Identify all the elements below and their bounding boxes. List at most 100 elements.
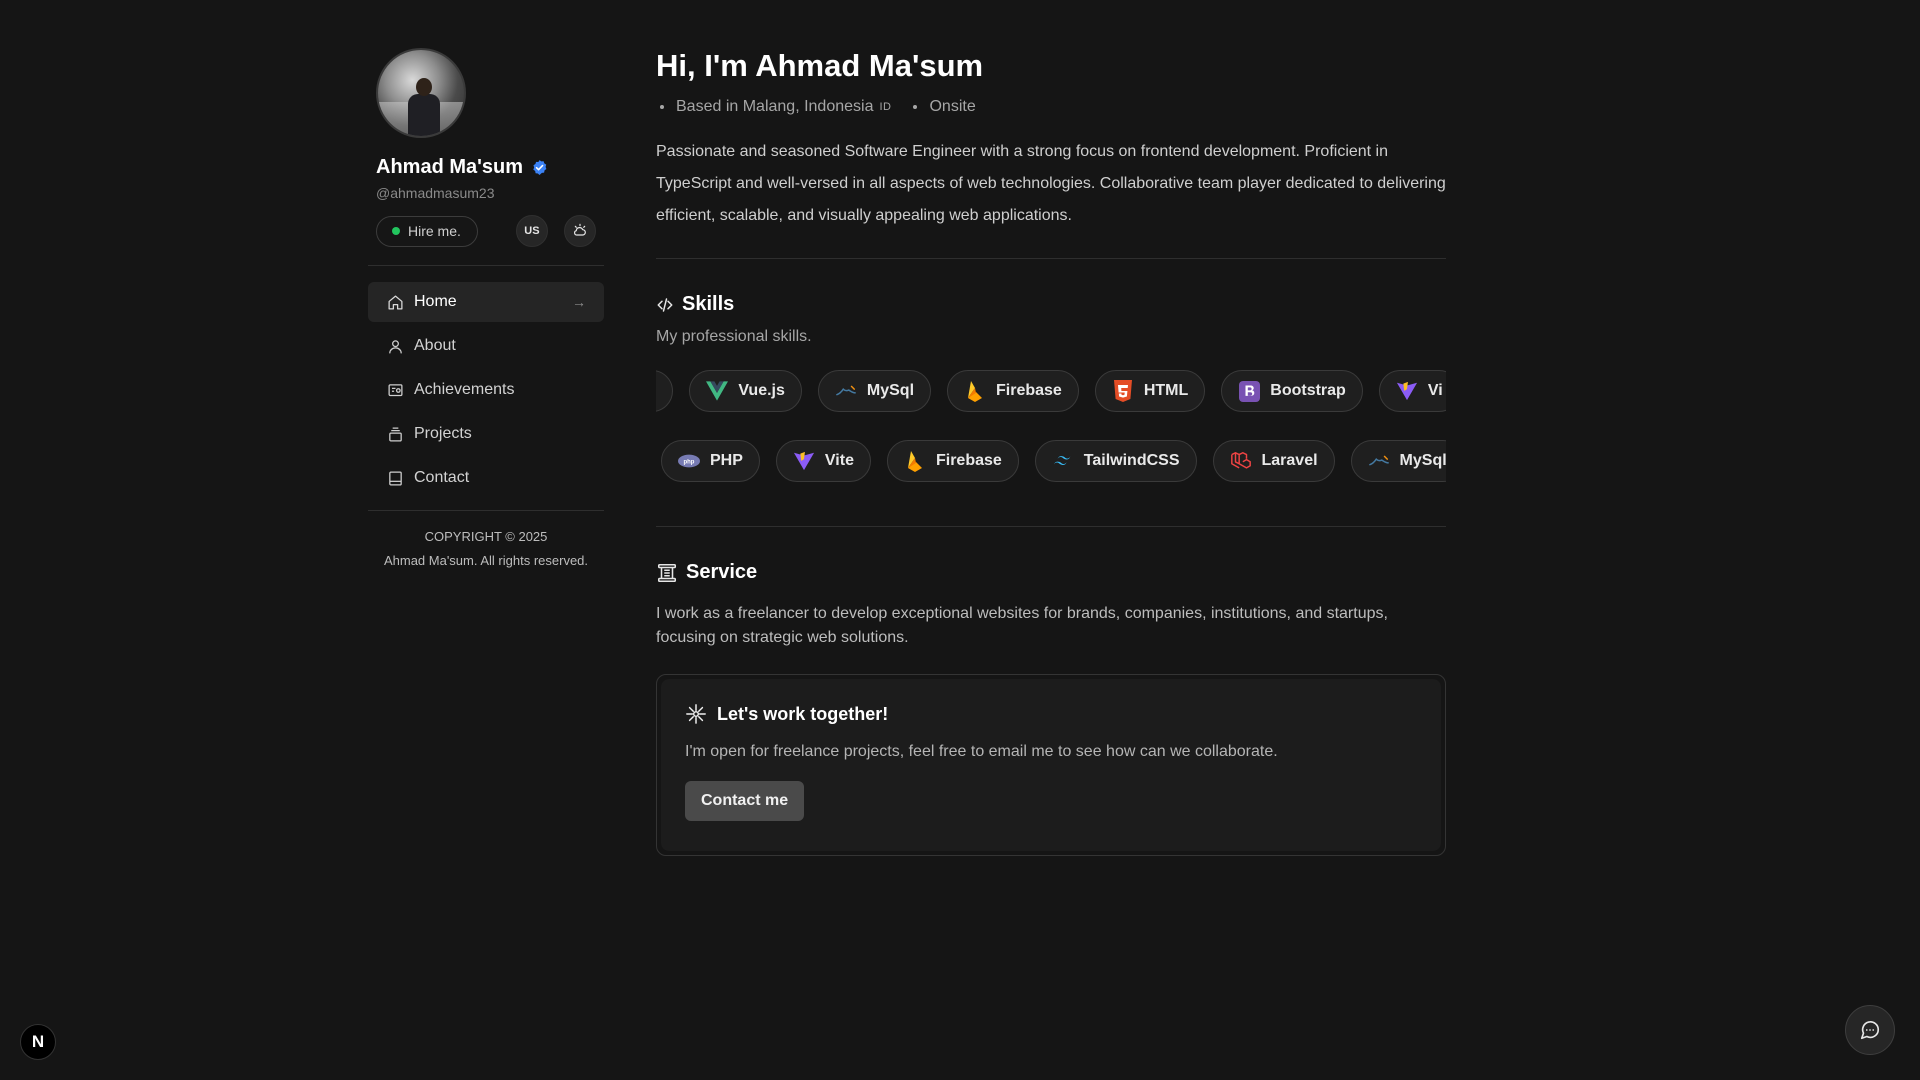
vite-icon <box>1396 380 1418 402</box>
sidebar-divider <box>368 510 604 511</box>
php-icon: php <box>678 450 700 472</box>
skill-label: Vite <box>824 452 854 469</box>
contact-icon <box>386 469 404 487</box>
skill-chip: TailwindCSS <box>1034 440 1197 482</box>
sidebar-item-label: Home <box>414 293 457 310</box>
sidebar-item-about[interactable]: About <box>368 326 604 366</box>
svg-text:php: php <box>684 459 695 465</box>
copyright: COPYRIGHT © 2025 Ahmad Ma'sum. All right… <box>368 525 604 573</box>
skill-chip: Firebase <box>886 440 1019 482</box>
service-title: Service <box>686 561 758 583</box>
framework-badge[interactable]: N <box>20 1024 56 1060</box>
contact-me-button[interactable]: Contact me <box>685 781 805 821</box>
bio-text: Passionate and seasoned Software Enginee… <box>656 143 1446 224</box>
weather-theme-icon <box>573 223 586 236</box>
skill-chip: php PHP <box>661 440 760 482</box>
mysql-icon <box>835 380 857 402</box>
avatar <box>376 48 466 138</box>
firebase-icon <box>964 380 986 402</box>
laravel-icon <box>1230 450 1252 472</box>
skills-marquee: js Vue.js MySql <box>656 370 1446 482</box>
skill-label: Firebase <box>996 382 1062 399</box>
skill-label: HTML <box>1143 382 1189 399</box>
sidebar: Ahmad Ma'sum @ahmadmasum23 Hire me. US H… <box>368 48 604 856</box>
arrow-right-icon: → <box>572 294 586 310</box>
sidebar-item-label: Projects <box>414 425 472 442</box>
section-divider <box>656 526 1446 527</box>
sparkle-icon <box>686 704 706 724</box>
skill-chip: Laravel <box>1212 440 1335 482</box>
skill-label: Firebase <box>935 452 1002 469</box>
location-flag: ID <box>879 101 892 113</box>
skill-chip: Vi <box>1378 370 1446 412</box>
achievements-icon <box>386 381 404 399</box>
skill-chip: MySql <box>817 370 932 412</box>
status-dot-icon <box>392 227 400 235</box>
service-icon <box>657 563 677 582</box>
vue-icon <box>706 380 729 402</box>
skill-label: PHP <box>710 452 743 469</box>
tailwind-icon <box>1052 450 1074 472</box>
user-icon <box>386 337 404 355</box>
skills-subtitle: My professional skills. <box>656 328 812 345</box>
main-content: Hi, I'm Ahmad Ma'sum Based in Malang, In… <box>656 48 1446 856</box>
sidebar-nav: Home → About Achievements Projects Conta… <box>368 282 604 498</box>
sidebar-item-achievements[interactable]: Achievements <box>368 370 604 410</box>
mysql-icon <box>1368 450 1390 472</box>
page-title: Hi, I'm Ahmad Ma'sum <box>656 48 984 83</box>
sidebar-item-home[interactable]: Home → <box>368 282 604 322</box>
bootstrap-icon <box>1238 380 1260 402</box>
skill-chip: js <box>656 370 674 412</box>
verified-badge-icon <box>533 160 547 175</box>
sidebar-item-projects[interactable]: Projects <box>368 414 604 454</box>
profile-name: Ahmad Ma'sum <box>376 156 524 178</box>
sidebar-item-label: About <box>414 337 456 354</box>
section-divider <box>656 258 1446 259</box>
skills-title: Skills <box>682 293 735 315</box>
theme-toggle-button[interactable] <box>563 215 596 247</box>
sidebar-divider <box>368 265 604 266</box>
chat-button[interactable] <box>1845 1005 1895 1055</box>
skill-label: Vue.js <box>738 382 785 399</box>
skill-chip: Vue.js <box>689 370 802 412</box>
collab-card-title: Let's work together! <box>717 703 889 724</box>
projects-icon <box>386 425 404 443</box>
hero-meta: Based in Malang, Indonesia ID Onsite <box>656 98 1446 116</box>
skill-label: Bootstrap <box>1270 382 1346 399</box>
skill-label: MySql <box>1399 452 1446 469</box>
sidebar-item-contact[interactable]: Contact <box>368 458 604 498</box>
profile-handle: @ahmadmasum23 <box>376 185 495 201</box>
home-icon <box>386 293 404 311</box>
copyright-line: Ahmad Ma'sum. All rights reserved. <box>383 553 589 568</box>
location-text: Based in Malang, Indonesia <box>676 98 874 115</box>
skill-chip: Vite <box>775 440 871 482</box>
firebase-icon <box>904 450 926 472</box>
skill-label: Vi <box>1427 382 1443 399</box>
skills-row: js Vue.js MySql <box>656 370 1446 412</box>
hire-me-badge[interactable]: Hire me. <box>376 215 478 247</box>
language-label: US <box>524 225 540 237</box>
code-icon <box>657 297 673 312</box>
skills-heading: Skills <box>656 293 1446 316</box>
html-icon <box>1112 380 1134 402</box>
collab-card: Let's work together! I'm open for freela… <box>656 674 1446 856</box>
collab-card-text: I'm open for freelance projects, feel fr… <box>685 743 1278 760</box>
sidebar-item-label: Achievements <box>414 381 515 398</box>
sidebar-item-label: Contact <box>414 469 470 486</box>
skill-label: TailwindCSS <box>1083 452 1180 469</box>
chat-icon <box>1860 1021 1880 1040</box>
copyright-line: COPYRIGHT © 2025 <box>424 529 548 544</box>
collab-card-heading: Let's work together! <box>685 703 1417 725</box>
skill-chip: Bootstrap <box>1221 370 1363 412</box>
vite-icon <box>793 450 815 472</box>
service-heading: Service <box>656 561 1446 584</box>
skill-chip: Firebase <box>947 370 1079 412</box>
work-mode-text: Onsite <box>929 98 976 115</box>
skill-chip: MySql <box>1350 440 1446 482</box>
skill-label: Laravel <box>1261 452 1318 469</box>
hire-me-label: Hire me. <box>408 223 461 239</box>
skill-chip: HTML <box>1094 370 1206 412</box>
skills-row: php PHP Vite Firebase TailwindCSS Larave… <box>661 440 1446 482</box>
skill-label: MySql <box>866 382 915 399</box>
language-toggle-button[interactable]: US <box>515 215 548 247</box>
